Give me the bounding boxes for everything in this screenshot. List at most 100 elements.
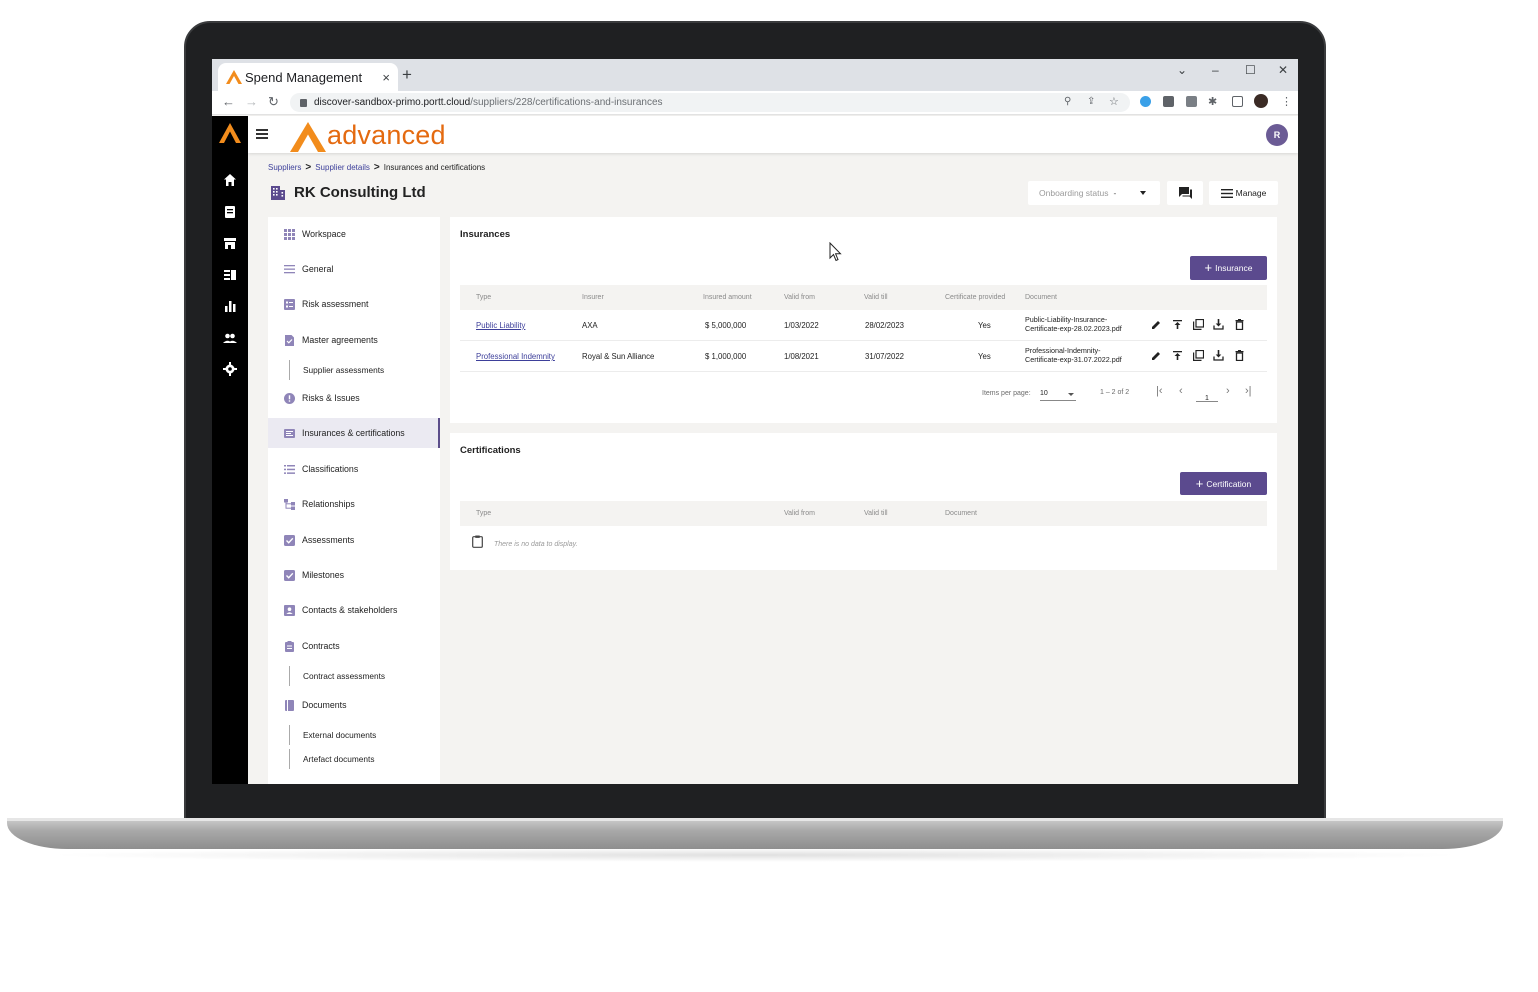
previous-page-icon[interactable]: ‹ <box>1179 385 1183 397</box>
store-icon[interactable] <box>223 236 237 250</box>
menu-item-classifications[interactable]: Classifications <box>268 454 440 484</box>
delete-icon[interactable] <box>1234 319 1245 330</box>
grammar-extension-icon[interactable] <box>1186 96 1197 107</box>
delete-icon[interactable] <box>1234 350 1245 361</box>
menu-item-master-agreements[interactable]: Master agreements <box>268 325 440 355</box>
browser-tab[interactable]: Spend Management × <box>218 63 398 91</box>
comments-button[interactable] <box>1167 181 1203 205</box>
alert-circle-icon <box>284 392 295 404</box>
profile-avatar[interactable] <box>1254 94 1268 108</box>
menu-item-label: Documents <box>302 700 347 710</box>
zoom-icon[interactable]: ⚲ <box>1064 96 1071 107</box>
certificate-provided-cell: Yes <box>978 352 991 361</box>
back-icon[interactable]: ← <box>222 94 235 109</box>
user-avatar[interactable]: R <box>1266 124 1288 146</box>
url-host: discover-sandbox-primo.portt.cloud <box>314 97 471 108</box>
edit-icon[interactable] <box>1151 319 1162 330</box>
insurances-title: Insurances <box>460 229 511 240</box>
bookmark-star-icon[interactable]: ☆ <box>1109 95 1119 108</box>
document-cell[interactable]: Professional-Indemnity- Certificate-exp-3… <box>1025 346 1137 364</box>
first-page-icon[interactable]: |‹ <box>1156 385 1163 397</box>
hamburger-menu-icon[interactable] <box>256 129 268 139</box>
page-heading: RK Consulting Ltd <box>270 184 426 201</box>
reload-icon[interactable]: ↻ <box>268 94 279 110</box>
menu-item-insurances-certifications[interactable]: Insurances & certifications <box>268 418 440 448</box>
menu-item-risks-issues[interactable]: Risks & Issues <box>268 383 440 413</box>
download-icon[interactable] <box>1213 350 1224 361</box>
insurances-panel: Insurances + Insurance Type Insurer Insu… <box>450 217 1277 423</box>
menu-subitem-artefact-documents[interactable]: Artefact documents <box>289 749 374 769</box>
menu-subitem-label: Contract assessments <box>303 671 386 681</box>
brand-logo[interactable]: advanced <box>290 118 446 152</box>
valid-till-cell: 31/07/2022 <box>865 352 905 361</box>
tab-close-icon[interactable]: × <box>382 70 390 85</box>
download-icon[interactable] <box>1213 319 1224 330</box>
onboarding-status-select[interactable]: Onboarding status - <box>1028 181 1160 205</box>
add-insurance-label: Insurance <box>1215 263 1253 273</box>
menu-item-contacts-stakeholders[interactable]: Contacts & stakeholders <box>268 595 440 625</box>
add-certification-button[interactable]: + Certification <box>1180 472 1267 495</box>
menu-item-general[interactable]: General <box>268 254 440 284</box>
page-number-input[interactable]: 1 <box>1196 387 1218 402</box>
insurance-type-link[interactable]: Professional Indemnity <box>476 352 555 361</box>
forward-icon[interactable]: → <box>245 94 258 109</box>
items-per-page-select[interactable]: 10 <box>1040 386 1076 401</box>
menu-item-label: Classifications <box>302 464 359 474</box>
menu-subitem-supplier-assessments[interactable]: Supplier assessments <box>289 360 384 380</box>
advanced-logo-icon[interactable] <box>219 123 241 143</box>
gear-icon[interactable] <box>223 362 237 376</box>
document-check-icon <box>285 334 294 346</box>
items-per-page-label: Items per page: <box>982 390 1031 397</box>
share-icon[interactable]: ⇪ <box>1087 96 1095 107</box>
menu-item-label: Insurances & certifications <box>302 428 405 438</box>
home-icon[interactable] <box>223 173 237 187</box>
people-icon[interactable] <box>223 331 237 345</box>
browser-menu-icon[interactable]: ⋮ <box>1281 95 1292 108</box>
menu-item-documents[interactable]: Documents <box>268 690 440 720</box>
insurance-type-link[interactable]: Public Liability <box>476 321 525 330</box>
document-name-part: Public-Liability-Insurance- <box>1025 315 1108 324</box>
cloud-extension-icon[interactable] <box>1140 96 1151 107</box>
breadcrumb-separator-icon: > <box>373 162 380 173</box>
upload-icon[interactable] <box>1172 350 1183 361</box>
menu-item-risk-assessment[interactable]: Risk assessment <box>268 289 440 319</box>
breadcrumb-supplier-details[interactable]: Supplier details <box>315 163 370 172</box>
add-insurance-button[interactable]: + Insurance <box>1190 256 1267 280</box>
last-page-icon[interactable]: ›| <box>1245 385 1252 397</box>
menu-subitem-contract-assessments[interactable]: Contract assessments <box>289 666 385 686</box>
valid-till-cell: 28/02/2023 <box>865 321 905 330</box>
document-icon[interactable] <box>223 205 237 219</box>
close-window-icon[interactable]: ✕ <box>1278 63 1288 77</box>
breadcrumb-suppliers[interactable]: Suppliers <box>268 163 301 172</box>
edit-icon[interactable] <box>1151 350 1162 361</box>
minimize-icon[interactable]: – <box>1212 63 1219 77</box>
menu-item-relationships[interactable]: Relationships <box>268 489 440 519</box>
contracts-list-icon[interactable] <box>223 268 237 282</box>
table-row: Professional Indemnity Royal & Sun Allia… <box>460 341 1267 372</box>
puzzle-extensions-icon[interactable]: ✱ <box>1208 95 1217 108</box>
caret-down-icon <box>1068 393 1074 396</box>
side-panel-icon[interactable] <box>1232 96 1243 107</box>
address-bar[interactable]: discover-sandbox-primo.portt.cloud/suppl… <box>290 93 1130 112</box>
column-header: Valid from <box>784 294 815 301</box>
contact-card-icon <box>284 604 295 616</box>
menu-item-workspace[interactable]: Workspace <box>268 219 440 249</box>
lines-icon <box>284 264 295 273</box>
page-title: RK Consulting Ltd <box>294 184 426 201</box>
upload-icon[interactable] <box>1172 319 1183 330</box>
menu-item-milestones[interactable]: Milestones <box>268 560 440 590</box>
menu-item-assessments[interactable]: Assessments <box>268 525 440 555</box>
document-cell[interactable]: Public-Liability-Insurance- Certificate-e… <box>1025 315 1137 333</box>
menu-subitem-external-documents[interactable]: External documents <box>289 725 376 745</box>
copy-icon[interactable] <box>1193 319 1204 330</box>
copy-icon[interactable] <box>1193 350 1204 361</box>
manage-button[interactable]: Manage <box>1209 181 1278 205</box>
breadcrumb-separator-icon: > <box>305 162 312 173</box>
tab-search-icon[interactable]: ⌄ <box>1177 63 1187 77</box>
menu-item-contracts[interactable]: Contracts <box>268 631 440 661</box>
next-page-icon[interactable]: › <box>1226 385 1230 397</box>
maximize-icon[interactable]: ☐ <box>1245 63 1256 77</box>
bar-chart-icon[interactable] <box>223 299 237 313</box>
new-tab-button[interactable]: + <box>402 65 412 85</box>
extension-icon[interactable] <box>1163 96 1174 107</box>
